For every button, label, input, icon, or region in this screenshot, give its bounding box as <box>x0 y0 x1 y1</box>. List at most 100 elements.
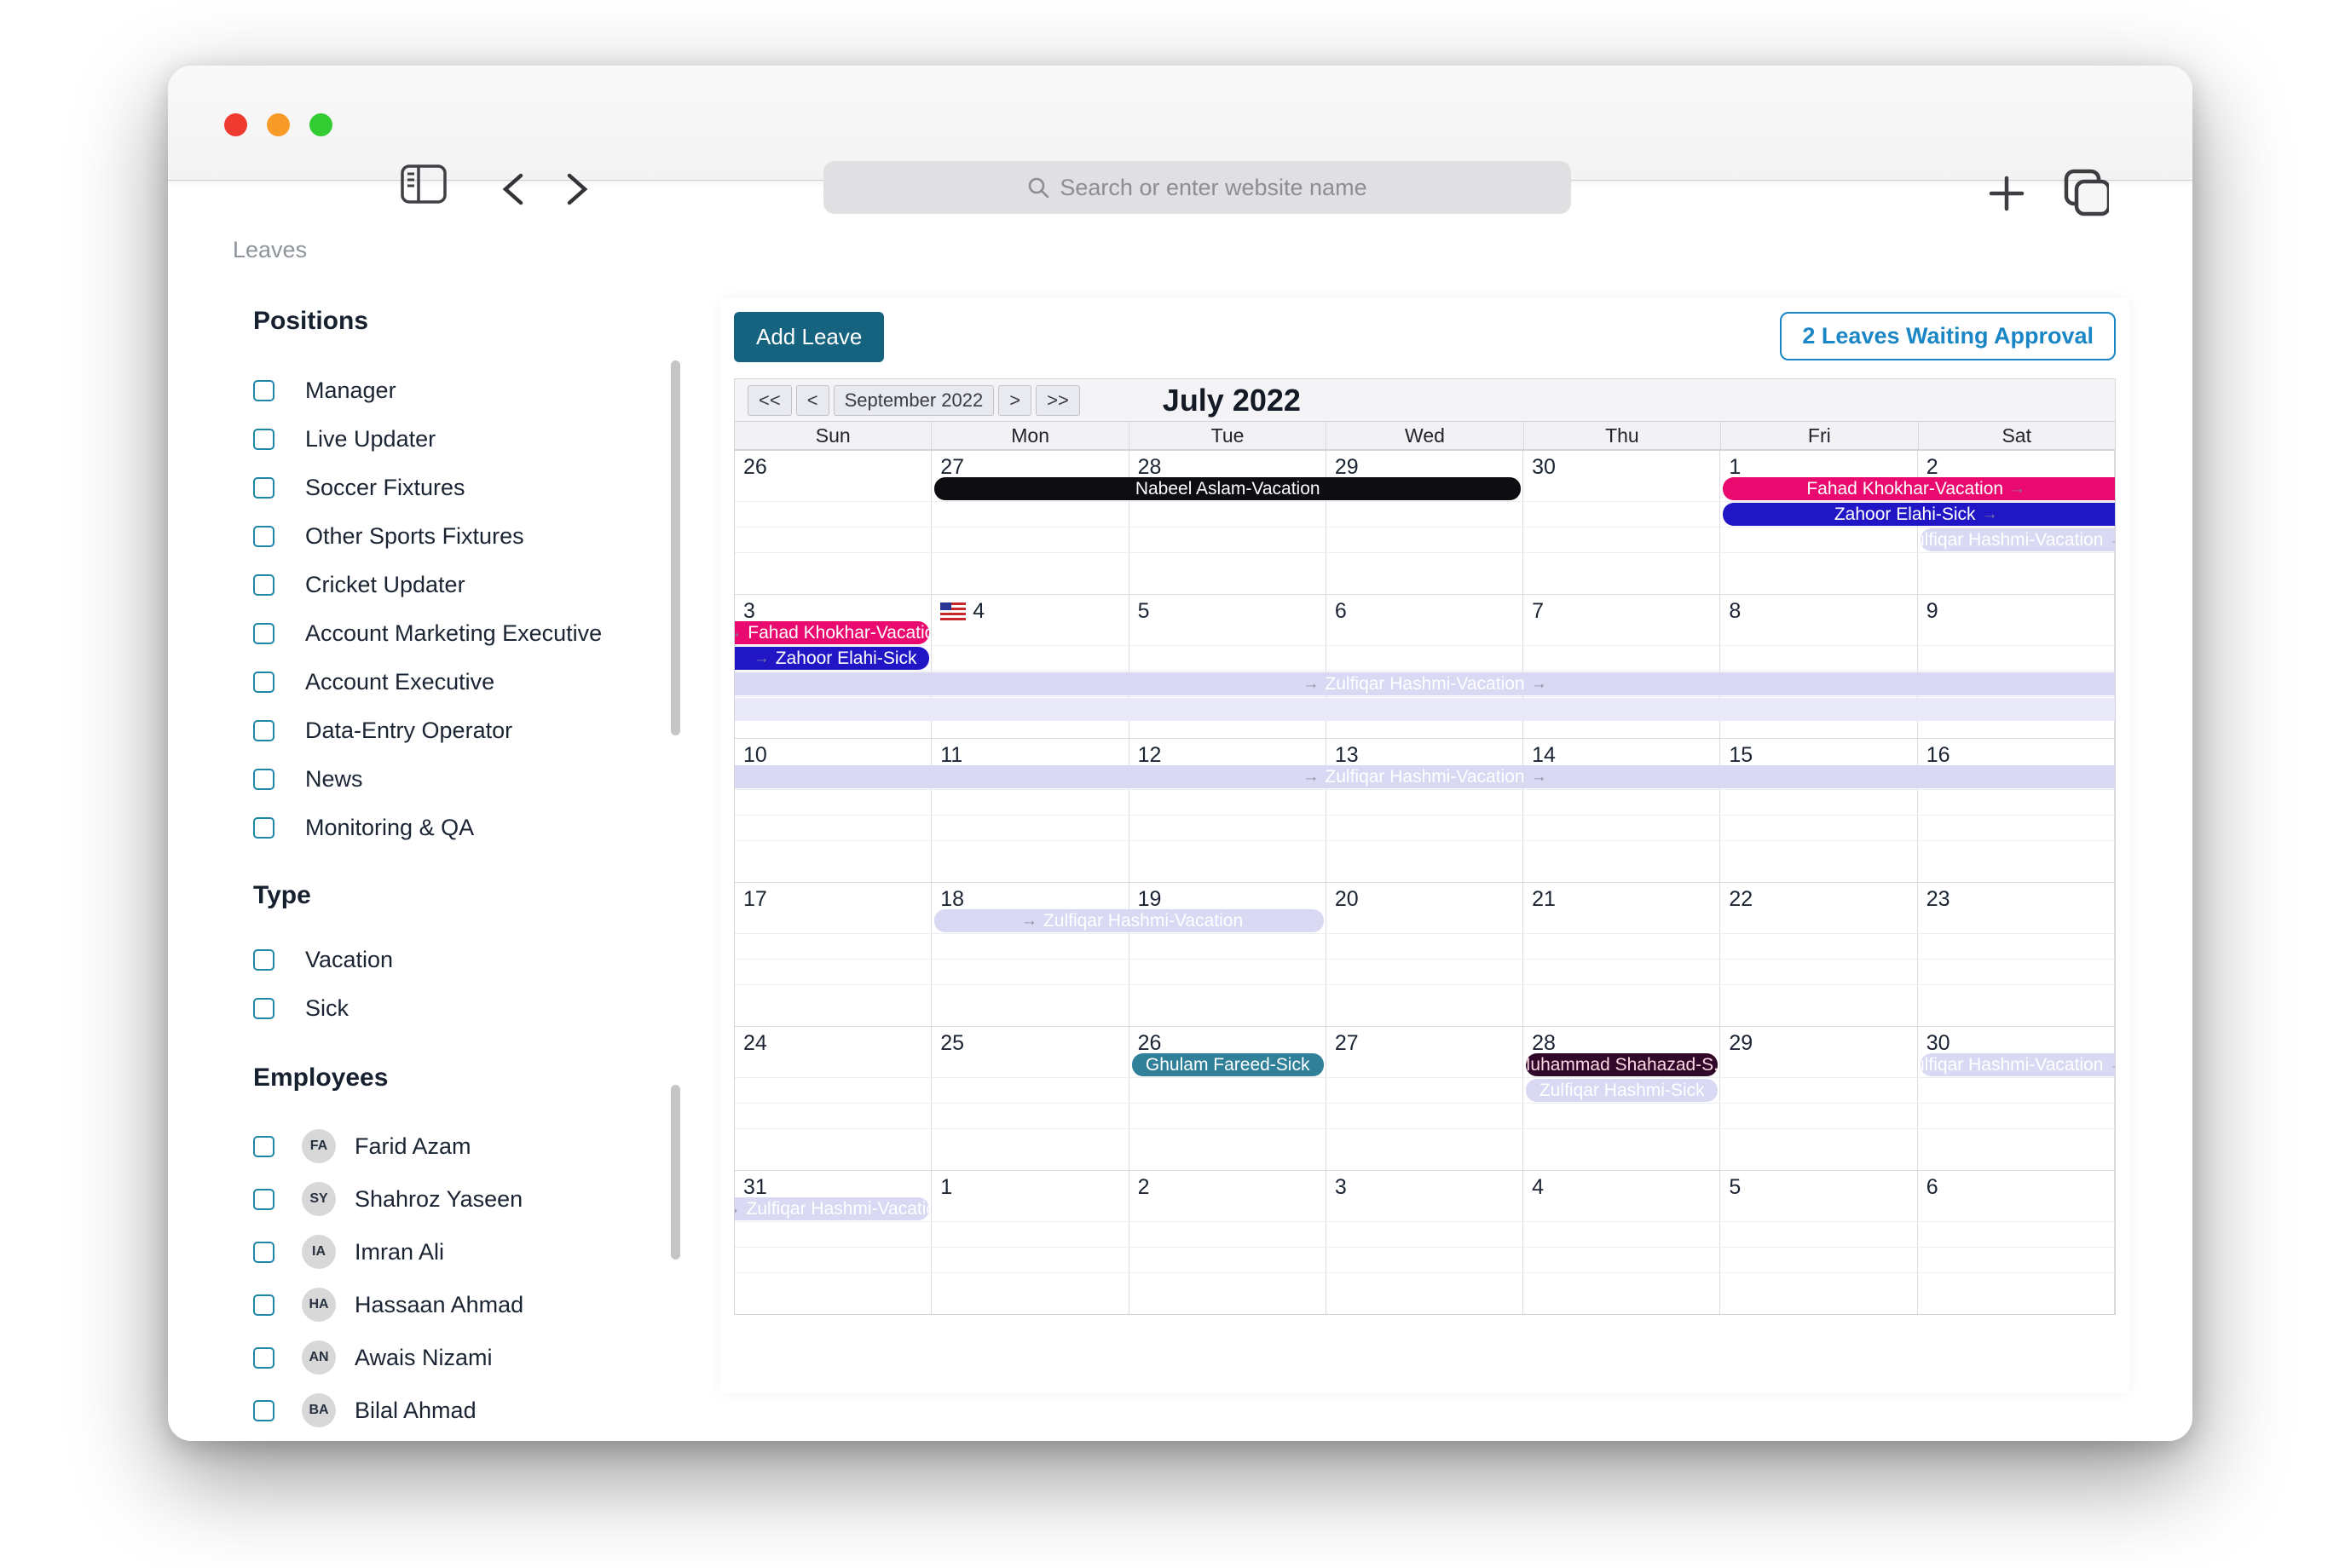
day-cell-6[interactable]: 6 <box>1918 1171 2115 1314</box>
day-cell-29[interactable]: 29 <box>1720 1027 1917 1170</box>
employees-scrollbar-thumb[interactable] <box>671 1085 680 1260</box>
date-number: 27 <box>1335 1031 1359 1056</box>
day-cell-26[interactable]: 26 <box>1129 1027 1326 1170</box>
calendar-event-zulfiqar-hashmi-vacation[interactable]: Zulfiqar Hashmi-Vacation→ <box>1921 1053 2115 1076</box>
employee-row-bilal-ahmad: BABilal Ahmad <box>253 1384 654 1437</box>
checkbox-hassaan-ahmad[interactable] <box>253 1294 274 1316</box>
calendar-event-unlabeled[interactable] <box>735 698 2115 721</box>
new-tab-icon[interactable] <box>1988 175 2025 212</box>
calendar-event-ghulam-fareed-sick[interactable]: Ghulam Fareed-Sick <box>1132 1053 1324 1076</box>
day-cell-10[interactable]: 10 <box>735 739 932 882</box>
day-cell-28[interactable]: 28 <box>1129 451 1326 594</box>
lane-divider <box>735 984 2115 985</box>
day-cell-4[interactable]: 4 <box>1523 1171 1720 1314</box>
day-cell-2[interactable]: 2 <box>1129 1171 1326 1314</box>
date-wrap: 4 <box>1532 1175 1719 1200</box>
positions-scrollbar-thumb[interactable] <box>671 360 680 735</box>
lane-divider <box>735 671 2115 672</box>
checkbox-cricket-updater[interactable] <box>253 574 274 596</box>
calendar-event-zulfiqar-hashmi-vacation[interactable]: →Zulfiqar Hashmi-Vacation <box>735 1197 929 1220</box>
address-bar[interactable]: Search or enter website name <box>823 161 1571 214</box>
back-button-icon[interactable] <box>500 172 526 206</box>
checkbox-bilal-ahmad[interactable] <box>253 1400 274 1421</box>
lane-divider <box>735 840 2115 841</box>
checkbox-news[interactable] <box>253 769 274 790</box>
checkbox-account-executive[interactable] <box>253 672 274 693</box>
calendar-event-nabeel-aslam-vacation[interactable]: Nabeel Aslam-Vacation <box>934 477 1521 500</box>
day-cell-24[interactable]: 24 <box>735 1027 932 1170</box>
calendar-event-fahad-khokhar-vacation[interactable]: →Fahad Khokhar-Vacation <box>735 621 929 644</box>
nav-prev-button[interactable]: < <box>796 385 829 416</box>
checkbox-sick[interactable] <box>253 998 274 1019</box>
event-label: Nabeel Aslam-Vacation <box>1135 479 1320 499</box>
day-cell-19[interactable]: 19 <box>1129 883 1326 1026</box>
day-cell-13[interactable]: 13 <box>1326 739 1523 882</box>
day-cell-22[interactable]: 22 <box>1720 883 1917 1026</box>
day-cell-18[interactable]: 18 <box>932 883 1129 1026</box>
day-cell-25[interactable]: 25 <box>932 1027 1129 1170</box>
checkbox-data-entry-operator[interactable] <box>253 720 274 741</box>
nav-last-button[interactable]: >> <box>1036 385 1080 416</box>
calendar-event-zulfiqar-hashmi-vacation[interactable]: Zulfiqar Hashmi-Vacation→ <box>1921 528 2115 551</box>
close-window-button[interactable] <box>224 113 247 136</box>
day-cell-14[interactable]: 14 <box>1523 739 1720 882</box>
calendar-event-zulfiqar-hashmi-vacation[interactable]: →Zulfiqar Hashmi-Vacation→ <box>735 672 2115 695</box>
calendar-event-zahoor-elahi-sick[interactable]: →Zahoor Elahi-Sick <box>735 647 929 670</box>
day-cell-15[interactable]: 15 <box>1720 739 1917 882</box>
checkbox-shahroz-yaseen[interactable] <box>253 1189 274 1210</box>
date-number: 4 <box>1532 1175 1544 1200</box>
nav-next-button[interactable]: > <box>998 385 1031 416</box>
day-cell-23[interactable]: 23 <box>1918 883 2115 1026</box>
zoom-window-button[interactable] <box>309 113 332 136</box>
day-cell-31[interactable]: 31 <box>735 1171 932 1314</box>
tab-overview-icon[interactable] <box>2056 168 2109 217</box>
day-cell-12[interactable]: 12 <box>1129 739 1326 882</box>
minimize-window-button[interactable] <box>267 113 290 136</box>
calendar-event-fahad-khokhar-vacation[interactable]: Fahad Khokhar-Vacation→ <box>1723 477 2115 500</box>
sidebar-toggle-icon[interactable] <box>401 164 447 204</box>
leave-calendar-panel: Add Leave 2 Leaves Waiting Approval <<<S… <box>720 298 2129 1393</box>
day-cell-27[interactable]: 27 <box>932 451 1129 594</box>
day-cell-11[interactable]: 11 <box>932 739 1129 882</box>
day-cell-30[interactable]: 30 <box>1523 451 1720 594</box>
week-row-1: 262728293012Nabeel Aslam-VacationFahad K… <box>735 450 2115 594</box>
calendar-event-muhammad-shahazad-s[interactable]: Muhammad Shahazad-S... <box>1526 1053 1718 1076</box>
nav-first-button[interactable]: << <box>748 385 792 416</box>
date-number: 17 <box>743 887 767 912</box>
checkbox-other-sports-fixtures[interactable] <box>253 526 274 547</box>
date-wrap: 31 <box>743 1175 931 1200</box>
day-cell-20[interactable]: 20 <box>1326 883 1523 1026</box>
nav-month-picker[interactable]: September 2022 <box>834 385 995 416</box>
calendar-event-zulfiqar-hashmi-vacation[interactable]: →Zulfiqar Hashmi-Vacation <box>934 909 1324 932</box>
checkbox-soccer-fixtures[interactable] <box>253 477 274 499</box>
day-cell-16[interactable]: 16 <box>1918 739 2115 882</box>
day-cell-1[interactable]: 1 <box>932 1171 1129 1314</box>
checkbox-farid-azam[interactable] <box>253 1136 274 1157</box>
checkbox-awais-nizami[interactable] <box>253 1347 274 1369</box>
event-label: Zulfiqar Hashmi-Vacation <box>1921 530 2104 551</box>
day-cell-17[interactable]: 17 <box>735 883 932 1026</box>
calendar-event-zahoor-elahi-sick[interactable]: Zahoor Elahi-Sick→ <box>1723 503 2115 526</box>
forward-button-icon[interactable] <box>564 172 590 206</box>
calendar-event-zulfiqar-hashmi-sick[interactable]: Zulfiqar Hashmi-Sick <box>1526 1079 1718 1102</box>
day-cell-30[interactable]: 30 <box>1918 1027 2115 1170</box>
checkbox-manager[interactable] <box>253 380 274 401</box>
checkbox-vacation[interactable] <box>253 949 274 971</box>
leaves-waiting-approval-button[interactable]: 2 Leaves Waiting Approval <box>1780 312 2116 360</box>
day-cell-29[interactable]: 29 <box>1326 451 1523 594</box>
day-cell-26[interactable]: 26 <box>735 451 932 594</box>
checkbox-live-updater[interactable] <box>253 429 274 450</box>
checkbox-monitoring-qa[interactable] <box>253 817 274 839</box>
add-leave-button[interactable]: Add Leave <box>734 312 884 362</box>
date-wrap: 26 <box>743 455 931 480</box>
calendar-event-zulfiqar-hashmi-vacation[interactable]: →Zulfiqar Hashmi-Vacation→ <box>735 765 2115 788</box>
day-cell-21[interactable]: 21 <box>1523 883 1720 1026</box>
employee-name: Imran Ali <box>355 1239 444 1265</box>
event-label: Fahad Khokhar-Vacation <box>748 623 929 643</box>
continues-before-arrow-icon: → <box>1303 768 1319 787</box>
day-cell-5[interactable]: 5 <box>1720 1171 1917 1314</box>
day-cell-3[interactable]: 3 <box>1326 1171 1523 1314</box>
checkbox-account-marketing-executive[interactable] <box>253 623 274 644</box>
day-cell-27[interactable]: 27 <box>1326 1027 1523 1170</box>
checkbox-imran-ali[interactable] <box>253 1242 274 1263</box>
